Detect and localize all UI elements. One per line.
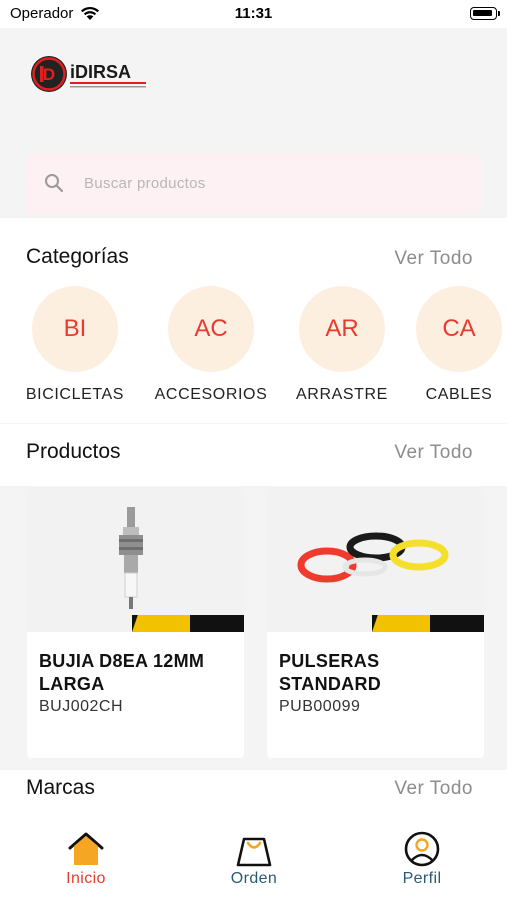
- product-card[interactable]: PULSERAS STANDARD PUB00099: [267, 487, 484, 758]
- header: D iDIRSA Buscar productos: [0, 28, 507, 218]
- brands-see-all-link[interactable]: Ver Todo: [394, 778, 473, 800]
- search-icon: [45, 174, 64, 193]
- status-bar: Operador 11:31: [0, 0, 507, 28]
- product-card[interactable]: BUJIA D8EA 12MM LARGA BUJ002CH: [27, 487, 244, 758]
- category-item-accesorios[interactable]: AC ACCESORIOS: [146, 286, 276, 404]
- categories-section: Categorías Ver Todo BI BICICLETAS AC ACC…: [0, 218, 507, 423]
- product-image: [27, 487, 244, 632]
- brands-title: Marcas: [26, 776, 95, 799]
- tab-orden[interactable]: Orden: [194, 800, 314, 888]
- product-image-banner: [372, 615, 484, 632]
- category-item-bicicletas[interactable]: BI BICICLETAS: [10, 286, 140, 404]
- categories-title: Categorías: [26, 245, 129, 268]
- category-badge: BI: [32, 286, 118, 372]
- categories-see-all-link[interactable]: Ver Todo: [394, 248, 473, 270]
- category-badge: AC: [168, 286, 254, 372]
- category-badge: AR: [299, 286, 385, 372]
- spark-plug-image: [119, 507, 143, 609]
- bracelets-image: [297, 532, 449, 583]
- category-label: CABLES: [425, 386, 493, 403]
- status-time: 11:31: [234, 5, 273, 22]
- tab-label: Perfil: [402, 870, 442, 887]
- category-label: ACCESORIOS: [154, 386, 268, 403]
- product-image: [267, 487, 484, 632]
- product-name: BUJIA D8EA 12MM LARGA: [39, 651, 205, 694]
- search-input[interactable]: Buscar productos: [84, 175, 206, 192]
- product-code: BUJ002CH: [39, 698, 124, 715]
- home-icon: [68, 832, 104, 865]
- category-label: ARRASTRE: [296, 386, 388, 403]
- tab-label: Inicio: [66, 870, 106, 887]
- svg-text:iDIRSA: iDIRSA: [70, 62, 131, 82]
- profile-icon: [404, 831, 440, 867]
- products-title: Productos: [26, 440, 121, 463]
- tab-bar: Inicio Orden Perfil: [0, 800, 507, 900]
- products-see-all-link[interactable]: Ver Todo: [394, 442, 473, 464]
- app-screen: Operador 11:31 D iDIRSA Buscar productos: [0, 0, 507, 900]
- brands-section: Marcas Ver Todo: [0, 770, 507, 800]
- category-label: BICICLETAS: [25, 386, 125, 403]
- bag-icon: [236, 837, 272, 867]
- product-image-banner: [132, 615, 244, 632]
- tab-perfil[interactable]: Perfil: [362, 800, 482, 888]
- product-code: PUB00099: [279, 698, 361, 715]
- battery-icon: [470, 7, 500, 20]
- brand-logo: D iDIRSA: [31, 56, 146, 92]
- search-bar[interactable]: Buscar productos: [26, 154, 482, 214]
- category-badge: CA: [416, 286, 502, 372]
- product-name: PULSERAS STANDARD: [279, 651, 382, 694]
- tab-label: Orden: [230, 870, 278, 887]
- tab-inicio[interactable]: Inicio: [26, 800, 146, 888]
- products-section: Productos Ver Todo BUJIA D8EA 12MM LARGA…: [0, 424, 507, 770]
- svg-text:D: D: [43, 65, 55, 84]
- category-item-arrastre[interactable]: AR ARRASTRE: [277, 286, 407, 404]
- category-item-cables[interactable]: CA CABLES: [394, 286, 507, 404]
